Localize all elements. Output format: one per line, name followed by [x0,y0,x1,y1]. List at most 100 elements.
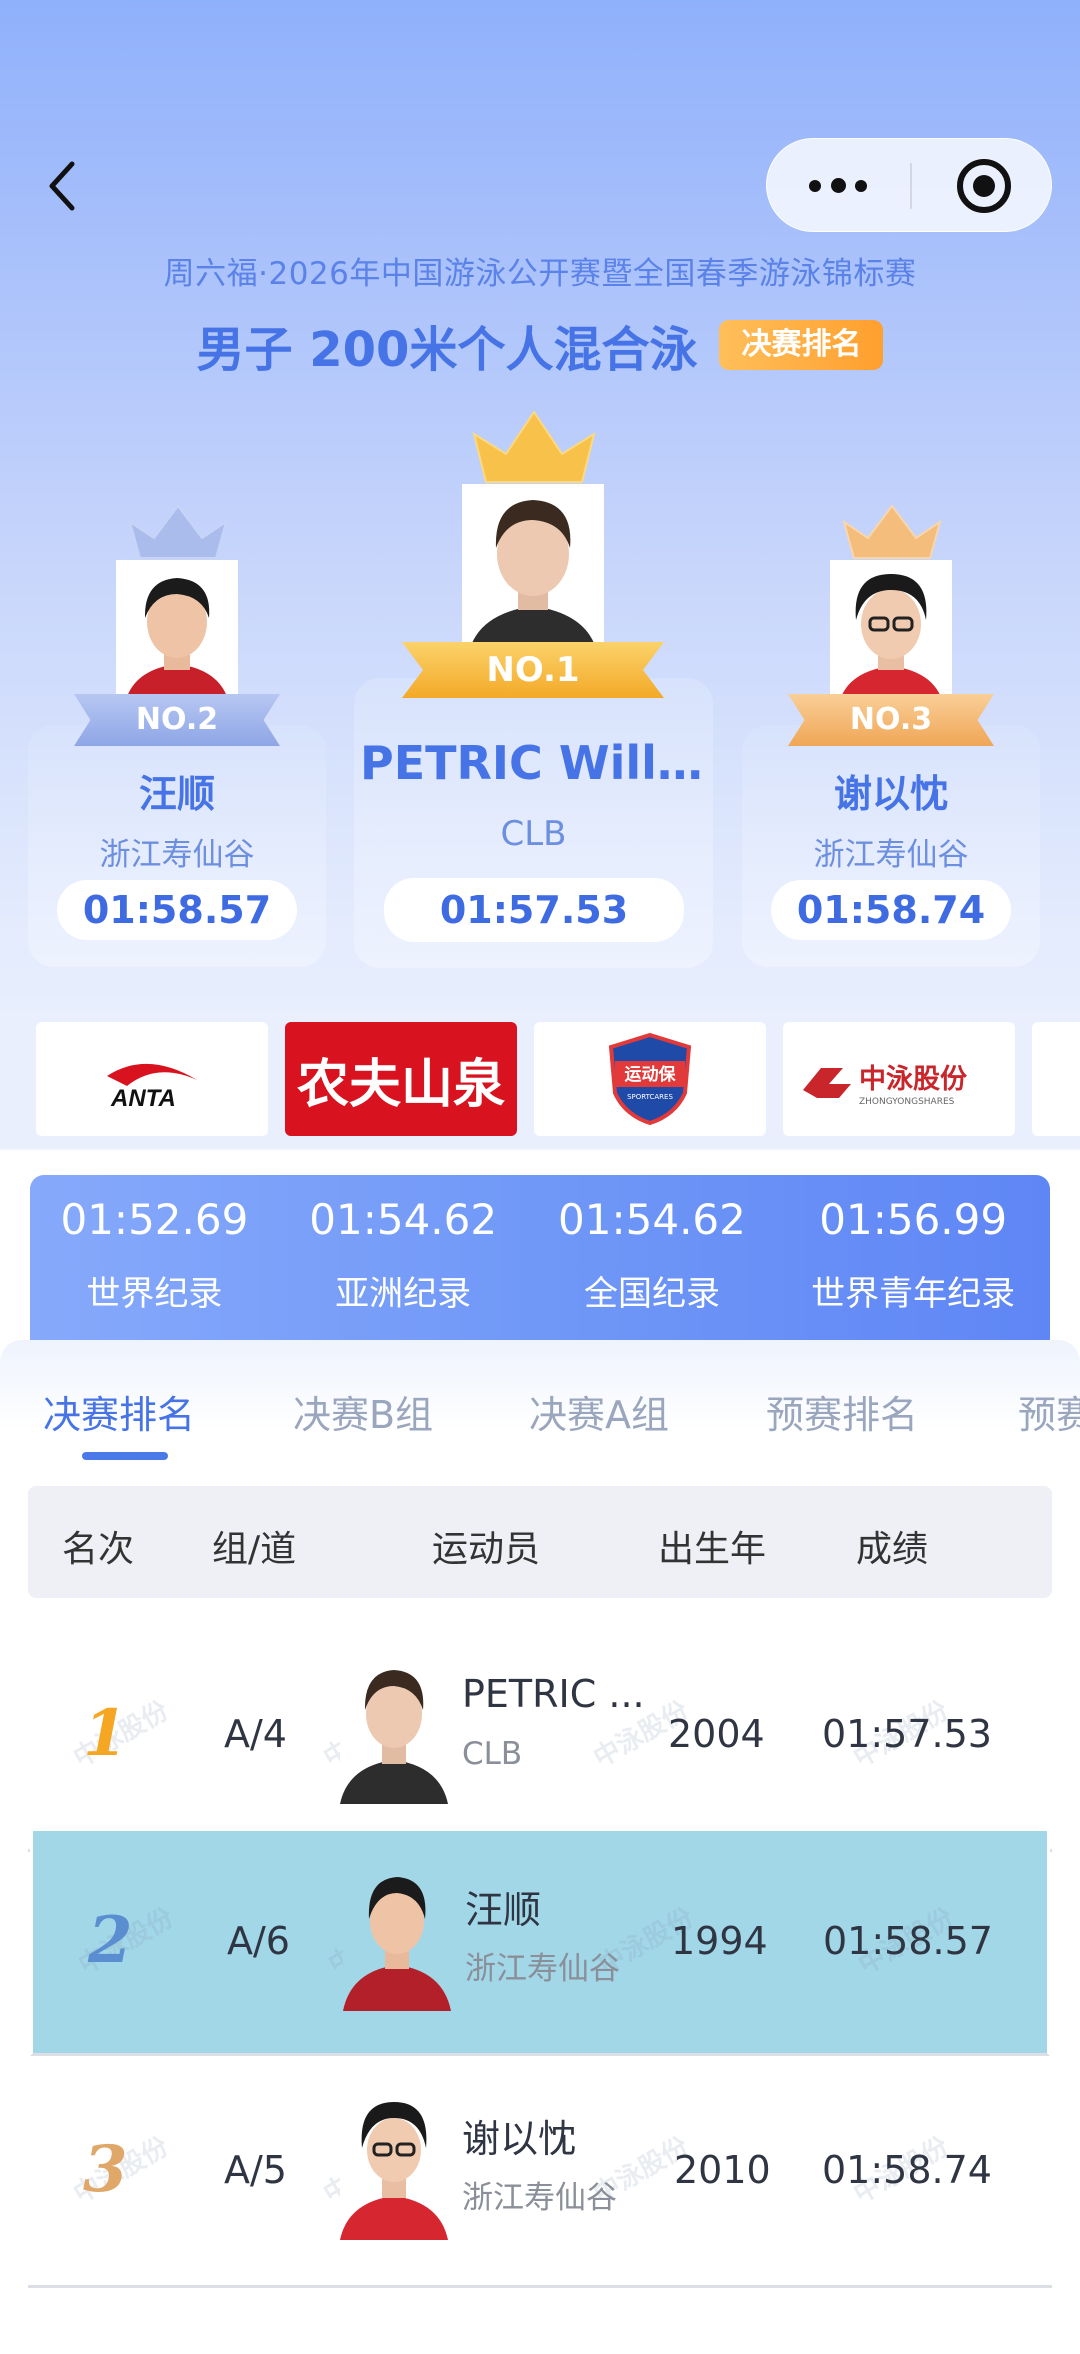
zhongyong-logo-icon: 中泳股份 ZHONGYONGSHARES [803,1064,967,1107]
active-tab-indicator [82,1452,168,1460]
podium-name: 汪顺 [138,772,215,816]
record-label: 世界青年纪录 [811,1274,1016,1314]
athlete-team: 浙江寿仙谷 [465,1951,620,1987]
record-time: 01:54.62 [558,1195,746,1244]
tab-final-b[interactable]: 决赛B组 [293,1384,433,1439]
bronze-crown-icon [842,504,942,559]
record-time: 01:54.62 [309,1195,498,1244]
athlete-name: 汪顺 [465,1888,542,1932]
birth-year-cell: 1994 [671,1919,768,1963]
event-title-row: 男子 200米个人混合泳 决赛排名 [0,310,1080,380]
table-header: 名次 组/道 运动员 出生年 成绩 [28,1486,1052,1598]
sponsor-anta[interactable]: ANTA [36,1022,268,1136]
record-label: 全国纪录 [583,1274,720,1314]
lane-cell: A/4 [224,1712,287,1756]
podium-name: 谢以忱 [833,772,948,816]
result-tabs: 决赛排名 决赛B组 决赛A组 预赛排名 预赛 [0,1340,1080,1450]
record-national: 01:54.62 全国纪录 [528,1175,777,1340]
rank-ribbon-third: NO.3 [788,694,994,746]
birth-year-cell: 2010 [674,2148,771,2192]
event-title: 男子 200米个人混合泳 [196,322,698,378]
rank-ribbon-label: NO.1 [486,650,580,690]
event-name: 周六福·2026年中国游泳公开赛暨全国春季游泳锦标赛 [163,256,917,292]
athlete-photo-third [830,560,952,708]
record-label: 世界纪录 [86,1274,223,1314]
podium-time: 01:58.57 [57,880,297,940]
record-asia: 01:54.62 亚洲纪录 [279,1175,528,1340]
sponsor-nongfu[interactable]: 农夫山泉 [285,1022,517,1136]
zhongyong-logo-text: 中泳股份 [859,1064,967,1095]
sponsor-strip: ANTA 农夫山泉 运动保 SPORTCARES 中泳股份 ZHONGYONGS… [0,1010,1080,1148]
record-time: 01:56.99 [819,1195,1008,1244]
mini-program-capsule [766,138,1052,232]
record-time: 01:52.69 [60,1195,249,1244]
athlete-avatar [343,1861,451,2011]
record-world: 01:52.69 世界纪录 [30,1175,279,1340]
header-birth: 出生年 [658,1529,767,1570]
podium-team: 浙江寿仙谷 [99,837,255,873]
tab-heats-ranking[interactable]: 预赛排名 [766,1384,918,1439]
result-cell: 01:58.74 [822,2148,992,2192]
silver-crown-icon [128,504,228,559]
rank-ribbon-second: NO.2 [74,694,280,746]
podium-card-third[interactable]: 谢以忱 浙江寿仙谷 01:58.74 [742,725,1040,967]
rank-number: 3 [83,2132,128,2207]
podium-name: PETRIC Willi... [360,736,713,790]
tab-heats[interactable]: 预赛 [1018,1384,1080,1439]
athlete-avatar [340,2090,448,2240]
result-cell: 01:57.53 [822,1712,992,1756]
sponsor-zhongyong[interactable]: 中泳股份 ZHONGYONGSHARES [783,1022,1015,1136]
capsule-divider [910,163,912,209]
podium-card-second[interactable]: 汪顺 浙江寿仙谷 01:58.57 [28,725,326,967]
yundongbao-logo-sub: SPORTCARES [627,1093,673,1101]
chevron-left-icon [49,161,75,211]
podium-time: 01:58.74 [771,880,1011,940]
results-panel: 决赛排名 决赛B组 决赛A组 预赛排名 预赛 名次 组/道 运动员 出生年 成绩… [0,1340,1080,2354]
more-dots-icon[interactable] [809,167,869,205]
tab-final-a[interactable]: 决赛A组 [529,1384,669,1439]
rank-ribbon-label: NO.2 [135,702,219,737]
target-circle-icon[interactable] [957,159,1011,213]
nongfu-logo-text: 农夫山泉 [296,1054,505,1115]
podium-team: CLB [500,814,567,854]
athlete-photo-first [462,484,604,656]
gold-crown-icon [472,410,596,483]
rank-ribbon-first: NO.1 [402,642,664,698]
athlete-avatar [340,1654,448,1804]
yundongbao-logo-text: 运动保 [625,1064,677,1085]
record-label: 亚洲纪录 [335,1274,472,1314]
sponsor-partial[interactable] [1032,1022,1080,1136]
back-button[interactable] [44,158,84,214]
record-world-junior: 01:56.99 世界青年纪录 [776,1175,1050,1340]
rank-number: 2 [88,1903,133,1978]
podium-time: 01:57.53 [384,878,684,942]
athlete-name: 谢以忱 [462,2117,577,2161]
athlete-photo-second [116,560,238,708]
podium-card-first[interactable]: PETRIC Willi... CLB 01:57.53 [354,678,713,968]
header-result: 成绩 [856,1529,929,1570]
podium-team: 浙江寿仙谷 [813,837,969,873]
sponsor-yundongbao[interactable]: 运动保 SPORTCARES [534,1022,766,1136]
zhongyong-logo-sub: ZHONGYONGSHARES [859,1097,955,1107]
records-bar: 01:52.69 世界纪录 01:54.62 亚洲纪录 01:54.62 全国纪… [30,1175,1050,1340]
athlete-team: CLB [462,1736,523,1772]
table-row-highlighted[interactable]: 中泳股份 中泳股份 中泳股份 中泳股份 2 A/6 汪顺 浙江寿仙谷 1994 … [30,1828,1050,2056]
birth-year-cell: 2004 [668,1712,765,1756]
header-rank: 名次 [62,1529,135,1570]
table-row[interactable]: 中泳股份 中泳股份 中泳股份 中泳股份 1 A/4 PETRIC ... CLB… [28,1624,1052,1852]
anta-logo-text: ANTA [110,1085,176,1112]
table-row[interactable]: 中泳股份 中泳股份 中泳股份 中泳股份 3 A/5 谢以忱 浙江寿仙谷 2010… [28,2060,1052,2288]
athlete-team: 浙江寿仙谷 [462,2180,617,2216]
athlete-name: PETRIC ... [462,1672,645,1716]
header-athlete: 运动员 [432,1529,541,1570]
rank-number: 1 [83,1696,128,1771]
tab-final-ranking[interactable]: 决赛排名 [43,1384,195,1439]
header-lane: 组/道 [212,1529,297,1570]
lane-cell: A/5 [224,2148,287,2192]
rank-ribbon-label: NO.3 [849,702,933,737]
result-cell: 01:58.57 [823,1919,993,1963]
shield-logo-icon: 运动保 SPORTCARES [608,1032,692,1126]
final-ranking-badge: 决赛排名 [719,320,884,370]
anta-logo-icon: ANTA [107,1063,197,1112]
lane-cell: A/6 [227,1919,290,1963]
